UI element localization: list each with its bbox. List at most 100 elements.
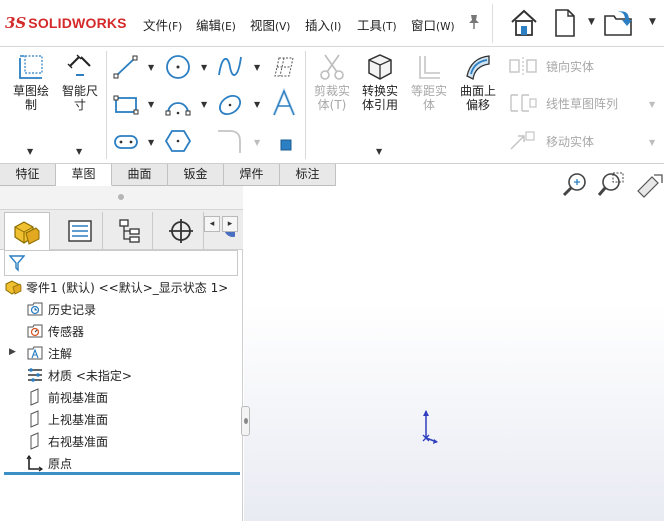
ellipse-dropdown-arrow-icon[interactable]: ▼: [254, 100, 260, 109]
new-dropdown-arrow-icon[interactable]: ▼: [588, 17, 595, 27]
tree-item-label: 材质 <未指定>: [48, 368, 132, 383]
tree-item-front-plane[interactable]: 前视基准面: [26, 387, 108, 407]
sketch-icon: [15, 51, 47, 83]
linear-pattern-button[interactable]: 线性草图阵列: [508, 92, 618, 114]
zoom-to-fit-icon[interactable]: [560, 170, 590, 200]
command-manager-ribbon: 草图绘 制 ▼ 智能尺 寸 ▼ ▼ ▼ ▼ ▼ ▼ ▼ ▼ ▼ 剪裁实 体(T)…: [0, 47, 664, 164]
tree-item-label: 上视基准面: [48, 412, 109, 427]
grip-dot: [118, 194, 124, 200]
linear-pattern-dropdown-arrow-icon[interactable]: ▼: [649, 100, 655, 109]
pin-icon[interactable]: [467, 14, 481, 34]
line-dropdown-arrow-icon[interactable]: ▼: [148, 63, 154, 72]
ellipse-icon[interactable]: [216, 91, 244, 119]
configuration-manager-icon: [118, 218, 140, 243]
tree-filter-bar[interactable]: [4, 250, 238, 276]
dimxpert-manager-tab[interactable]: [158, 212, 204, 249]
circle-icon[interactable]: [164, 53, 192, 81]
open-dropdown-arrow-icon[interactable]: ▼: [649, 17, 656, 27]
history-icon: [26, 300, 44, 318]
arc-icon[interactable]: [164, 91, 192, 119]
move-entities-button[interactable]: 移动实体: [508, 130, 594, 152]
part-icon: [14, 220, 40, 245]
tree-item-label: 历史记录: [48, 302, 97, 317]
home-icon[interactable]: [507, 6, 541, 40]
tab-surfaces[interactable]: 曲面: [112, 164, 168, 186]
text-icon[interactable]: [270, 88, 298, 117]
tree-item-label: 前视基准面: [48, 390, 109, 405]
menu-tools[interactable]: 工具(T): [357, 15, 397, 34]
trim-entities-button[interactable]: 剪裁实 体(T): [307, 51, 357, 112]
circle-dropdown-arrow-icon[interactable]: ▼: [201, 63, 207, 72]
panel-collapse-handle[interactable]: [241, 406, 250, 436]
tree-item-origin[interactable]: 原点: [26, 453, 72, 473]
convert-dropdown-arrow-icon[interactable]: ▼: [376, 147, 382, 156]
tree-item-top-plane[interactable]: 上视基准面: [26, 409, 108, 429]
dimension-dropdown-arrow-icon[interactable]: ▼: [76, 147, 82, 156]
smart-dimension-button[interactable]: 智能尺 寸: [55, 51, 105, 112]
scroll-right-arrow-icon[interactable]: ▸: [222, 216, 238, 232]
open-icon[interactable]: [602, 6, 636, 40]
rectangle-dropdown-arrow-icon[interactable]: ▼: [148, 100, 154, 109]
slot-dropdown-arrow-icon[interactable]: ▼: [148, 138, 154, 147]
polygon-icon[interactable]: [164, 127, 192, 155]
menu-insert[interactable]: 插入(I): [305, 15, 341, 34]
graphics-area[interactable]: [244, 172, 664, 521]
tree-root-part[interactable]: 零件1 (默认) <<默认>_显示状态 1>: [4, 277, 228, 297]
rollback-bar[interactable]: [4, 472, 240, 475]
property-manager-tab[interactable]: [57, 212, 103, 249]
move-dropdown-arrow-icon[interactable]: ▼: [649, 138, 655, 147]
filter-icon: [9, 255, 25, 272]
tree-item-sensors[interactable]: 传感器: [26, 321, 84, 341]
arc-dropdown-arrow-icon[interactable]: ▼: [201, 100, 207, 109]
tree-item-annotations[interactable]: 注解: [26, 343, 72, 363]
tab-weldments[interactable]: 焊件: [224, 164, 280, 186]
tab-markup[interactable]: 标注: [280, 164, 336, 186]
sketch-button[interactable]: 草图绘 制: [6, 51, 56, 112]
tree-item-right-plane[interactable]: 右视基准面: [26, 431, 108, 451]
menu-view-accel: (V): [275, 21, 291, 33]
plane-icon: [26, 388, 44, 406]
annotations-icon: [26, 344, 44, 362]
line-icon[interactable]: [112, 53, 140, 81]
menu-file-label: 文件: [143, 18, 169, 33]
menu-view[interactable]: 视图(V): [250, 15, 290, 34]
tab-sheet-metal[interactable]: 钣金: [168, 164, 224, 186]
solidworks-window: 3S SOLIDWORKS 文件(F) 编辑(E) 视图(V) 插入(I) 工具…: [0, 0, 664, 521]
slot-icon[interactable]: [112, 128, 140, 156]
feature-manager-tab[interactable]: [4, 212, 50, 250]
mirror-entities-button[interactable]: 镜向实体: [508, 55, 594, 77]
solidworks-logo[interactable]: 3S SOLIDWORKS: [5, 13, 127, 33]
tree-item-history[interactable]: 历史记录: [26, 299, 96, 319]
expand-arrow-icon[interactable]: ▶: [9, 347, 16, 357]
previous-view-icon[interactable]: [634, 170, 664, 200]
trim-label: 剪裁实 体(T): [313, 84, 350, 112]
zoom-to-area-icon[interactable]: [596, 170, 626, 200]
new-document-icon[interactable]: [548, 6, 582, 40]
menu-separator: [492, 4, 493, 43]
convert-entities-button[interactable]: 转换实 体引用: [355, 51, 405, 112]
menu-edit[interactable]: 编辑(E): [196, 15, 236, 34]
panel-grip[interactable]: [0, 186, 243, 210]
tab-features[interactable]: 特征: [0, 164, 56, 186]
fillet-dropdown-arrow-icon[interactable]: ▼: [254, 138, 260, 147]
spline-dropdown-arrow-icon[interactable]: ▼: [254, 63, 260, 72]
fillet-icon[interactable]: [216, 127, 244, 155]
menu-insert-accel: (I): [330, 21, 342, 33]
tree-item-label: 传感器: [48, 324, 85, 339]
menu-window[interactable]: 窗口(W): [411, 15, 455, 34]
menu-file[interactable]: 文件(F): [143, 15, 182, 34]
offset-entities-button[interactable]: 等距实 体: [404, 51, 454, 112]
sketch-grid-icon[interactable]: [270, 53, 298, 81]
menu-tools-accel: (T): [382, 21, 397, 33]
menu-bar: 3S SOLIDWORKS 文件(F) 编辑(E) 视图(V) 插入(I) 工具…: [0, 0, 664, 47]
offset-on-surface-button[interactable]: 曲面上 偏移: [453, 51, 503, 112]
tree-item-material[interactable]: 材质 <未指定>: [26, 365, 132, 385]
convert-entities-icon: [364, 51, 396, 83]
point-icon[interactable]: [272, 131, 300, 159]
spline-icon[interactable]: [216, 53, 244, 81]
sketch-dropdown-arrow-icon[interactable]: ▼: [27, 147, 33, 156]
tab-sketch[interactable]: 草图: [56, 164, 112, 186]
scroll-left-arrow-icon[interactable]: ◂: [204, 216, 220, 232]
rectangle-icon[interactable]: [112, 91, 140, 119]
configuration-manager-tab[interactable]: [107, 212, 153, 249]
